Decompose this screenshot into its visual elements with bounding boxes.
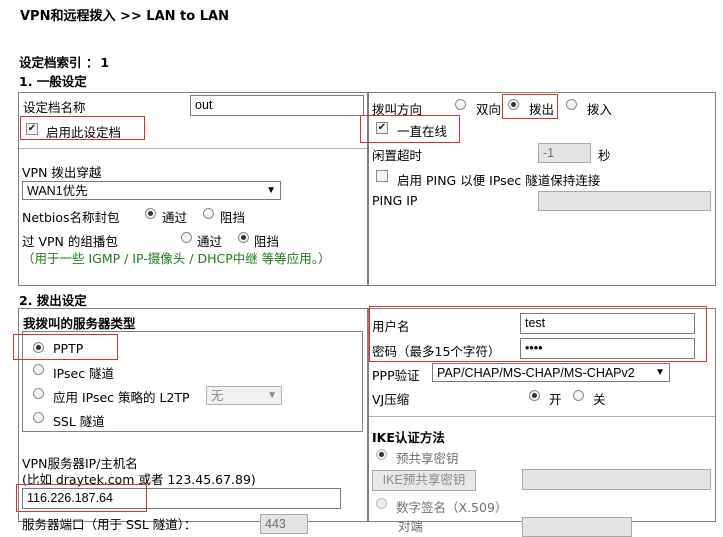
psk-radio[interactable] (376, 449, 387, 460)
server-ip-input[interactable]: 116.226.187.64 (22, 488, 341, 509)
cert-radio[interactable] (376, 498, 387, 509)
cert-label: 数字签名（X.509） (396, 500, 508, 515)
l2tp-label: 应用 IPsec 策略的 L2TP (53, 390, 190, 405)
multicast-block-label: 阻挡 (254, 234, 280, 249)
peer-id-label: 对端 (398, 519, 424, 534)
profile-index-label: 设定档索引 ： (19, 55, 99, 70)
pptp-label: PPTP (53, 341, 84, 356)
ssl-radio[interactable] (33, 412, 44, 423)
netbios-pass-radio[interactable] (145, 208, 156, 219)
profile-index-value: 1 (100, 55, 110, 70)
profile-name-input[interactable]: out (190, 95, 364, 116)
ping-ip-input[interactable] (538, 191, 711, 211)
divider (369, 416, 715, 417)
server-ip-hint: (比如 draytek.com 或者 123.45.67.89) (22, 472, 256, 487)
always-on-checkbox[interactable] (376, 122, 388, 134)
divider (19, 148, 367, 149)
password-label: 密码（最多15个字符） (372, 344, 501, 359)
netbios-pass-label: 通过 (162, 210, 188, 225)
peer-id-select[interactable] (522, 517, 632, 537)
psk-input[interactable] (522, 469, 711, 490)
l2tp-radio[interactable] (33, 388, 44, 399)
password-input[interactable]: •••• (520, 338, 695, 359)
netbios-block-label: 阻挡 (220, 210, 246, 225)
ssl-label: SSL 隧道 (53, 414, 105, 429)
direction-in-label: 拨入 (587, 102, 613, 117)
vpn-dialout-select[interactable]: WAN1优先 ▼ (22, 181, 281, 200)
server-port-label: 服务器端口（用于 SSL 隧道）： (22, 517, 197, 532)
dial-direction-label: 拨叫方向 (372, 102, 423, 117)
profile-name-label: 设定档名称 (23, 100, 86, 115)
dropdown-arrow-icon: ▼ (267, 390, 277, 401)
vpn-dialout-label: VPN 拨出穿越 (22, 165, 102, 180)
enable-profile-label: 启用此设定档 (46, 125, 122, 140)
server-port-input[interactable]: 443 (260, 514, 308, 534)
dropdown-arrow-icon: ▼ (655, 367, 665, 378)
vpn-dialout-value: WAN1优先 (27, 184, 88, 198)
direction-out-radio[interactable] (508, 99, 519, 110)
netbios-label: Netbios名称封包 (22, 210, 120, 225)
multicast-label: 过 VPN 的组播包 (22, 234, 118, 249)
section1-title: 1. 一般设定 (19, 74, 87, 89)
ppp-auth-select[interactable]: PAP/CHAP/MS-CHAP/MS-CHAPv2 ▼ (432, 363, 670, 382)
always-on-label: 一直在线 (397, 124, 448, 139)
vj-off-label: 关 (593, 392, 606, 407)
direction-both-radio[interactable] (455, 99, 466, 110)
enable-profile-checkbox[interactable] (26, 123, 38, 135)
dropdown-arrow-icon: ▼ (266, 185, 276, 196)
multicast-block-radio[interactable] (238, 232, 249, 243)
vj-off-radio[interactable] (573, 390, 584, 401)
server-type-title: 我拨叫的服务器类型 (23, 316, 136, 331)
username-label: 用户名 (372, 319, 410, 334)
l2tp-policy-value: 无 (211, 389, 224, 403)
vj-on-label: 开 (549, 392, 562, 407)
direction-both-label: 双向 (476, 102, 502, 117)
ike-psk-button[interactable]: IKE预共享密钥 (372, 470, 476, 491)
ipsec-radio[interactable] (33, 364, 44, 375)
psk-label: 预共享密钥 (396, 451, 459, 466)
pptp-radio[interactable] (33, 342, 44, 353)
ping-ip-label: PING IP (372, 193, 418, 208)
username-input[interactable]: test (520, 313, 695, 334)
section2-title: 2. 拨出设定 (19, 293, 87, 308)
multicast-pass-label: 通过 (197, 234, 223, 249)
ppp-auth-value: PAP/CHAP/MS-CHAP/MS-CHAPv2 (437, 366, 635, 380)
multicast-pass-radio[interactable] (181, 232, 192, 243)
netbios-block-radio[interactable] (203, 208, 214, 219)
ppp-auth-label: PPP验证 (372, 368, 420, 383)
profile-index-row: 设定档索引 ： 1 (19, 52, 109, 71)
vj-on-radio[interactable] (529, 390, 540, 401)
ping-keepalive-checkbox[interactable] (376, 170, 388, 182)
ike-title: IKE认证方法 (372, 430, 445, 445)
vj-label: VJ压缩 (372, 392, 410, 407)
idle-timeout-unit: 秒 (598, 148, 611, 163)
direction-in-radio[interactable] (566, 99, 577, 110)
direction-out-label: 拨出 (529, 102, 555, 117)
ipsec-label: IPsec 隧道 (53, 366, 115, 381)
idle-timeout-input[interactable]: -1 (538, 143, 591, 163)
multicast-note: （用于一些 IGMP / IP-摄像头 / DHCP中继 等等应用。） (22, 251, 331, 266)
ping-keepalive-label: 启用 PING 以便 IPsec 隧道保持连接 (397, 173, 601, 188)
l2tp-policy-select[interactable]: 无 ▼ (206, 386, 282, 405)
idle-timeout-label: 闲置超时 (372, 148, 423, 163)
breadcrumb: VPN和远程拨入 >> LAN to LAN (20, 9, 229, 24)
